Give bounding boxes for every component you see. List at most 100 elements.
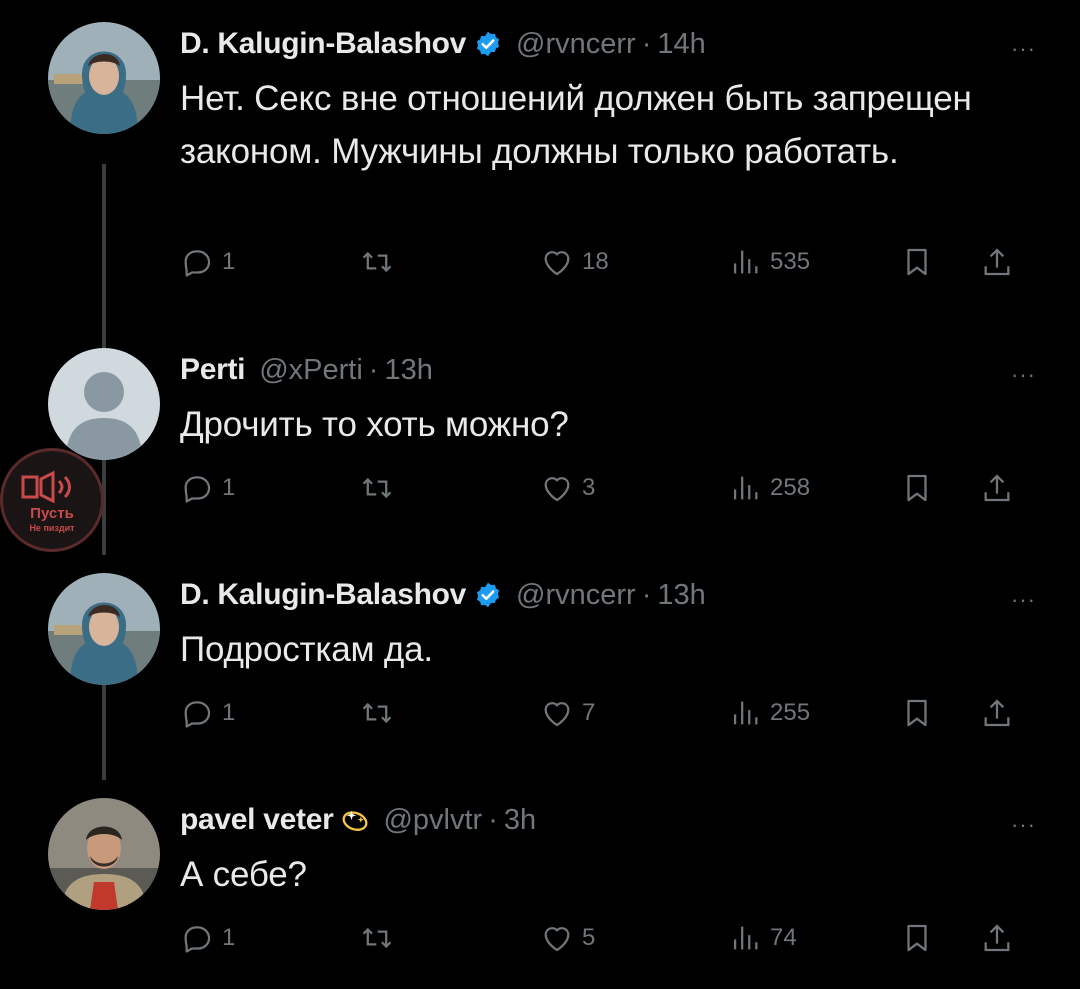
heart-icon	[544, 702, 570, 727]
user-handle[interactable]: @rvncerr	[516, 579, 636, 612]
views-icon	[733, 701, 758, 725]
like-count: 7	[582, 699, 596, 726]
more-icon[interactable]: ···	[1011, 362, 1036, 388]
bookmark-button[interactable]	[900, 693, 934, 733]
avatar[interactable]	[48, 348, 160, 460]
reply-icon	[184, 476, 211, 503]
action-bar: 1 3 258	[180, 468, 1036, 508]
reply-button[interactable]: 1	[180, 242, 235, 282]
sparkle-badge-icon	[341, 806, 369, 834]
share-button[interactable]	[980, 693, 1014, 733]
views-count: 255	[770, 699, 811, 726]
separator-dot: ·	[368, 353, 379, 386]
watermark-subtitle: Не пиздит	[29, 523, 75, 533]
reply-count: 1	[222, 699, 236, 726]
timestamp[interactable]: 13h	[657, 579, 705, 612]
share-button[interactable]	[980, 242, 1014, 282]
like-button[interactable]: 7	[540, 693, 595, 733]
avatar[interactable]	[48, 22, 160, 134]
reply-icon	[184, 701, 211, 728]
avatar[interactable]	[48, 798, 160, 910]
tweet-text: А себе?	[180, 855, 307, 894]
like-count: 3	[582, 474, 596, 501]
heart-icon	[544, 477, 570, 502]
retweet-button[interactable]	[360, 918, 394, 958]
separator-dot: ·	[488, 803, 498, 836]
tweet-text: Дрочить то хоть можно?	[180, 405, 569, 444]
heart-icon	[544, 251, 570, 276]
reply-icon	[184, 250, 211, 277]
share-icon	[984, 699, 1010, 727]
views-count: 74	[770, 924, 797, 951]
tweet[interactable]: D. Kalugin-Balashov @rvncerr · 13h ··· П…	[0, 565, 1080, 780]
views-icon	[733, 250, 758, 274]
views-button[interactable]: 255	[728, 693, 810, 733]
retweet-button[interactable]	[360, 242, 394, 282]
tweet[interactable]: pavel veter @pvlvtr · 3h ··· А себе? 1 5	[0, 790, 1080, 989]
reply-count: 1	[222, 474, 236, 501]
views-button[interactable]: 74	[728, 918, 797, 958]
watermark-title: Пусть	[30, 505, 74, 522]
bookmark-button[interactable]	[900, 468, 934, 508]
reply-thread: D. Kalugin-Balashov @rvncerr · 14h ··· Н…	[0, 0, 1080, 989]
display-name[interactable]: D. Kalugin-Balashov	[180, 27, 466, 61]
more-icon[interactable]: ···	[1011, 812, 1036, 838]
like-button[interactable]: 3	[540, 468, 595, 508]
bookmark-button[interactable]	[900, 918, 934, 958]
display-name[interactable]: pavel veter	[180, 803, 334, 837]
timestamp[interactable]: 14h	[657, 28, 705, 61]
retweet-icon	[362, 927, 392, 949]
bookmark-icon	[907, 474, 927, 502]
like-button[interactable]: 18	[540, 242, 609, 282]
views-count: 258	[770, 474, 811, 501]
reply-button[interactable]: 1	[180, 693, 235, 733]
avatar[interactable]	[48, 573, 160, 685]
user-handle[interactable]: @pvlvtr	[383, 804, 482, 837]
bookmark-icon	[907, 699, 927, 727]
share-icon	[984, 924, 1010, 952]
tweet-header: pavel veter @pvlvtr · 3h	[180, 800, 536, 840]
bookmark-button[interactable]	[900, 242, 934, 282]
retweet-icon	[362, 702, 392, 724]
thread-line	[102, 164, 106, 354]
like-button[interactable]: 5	[540, 918, 595, 958]
views-icon	[733, 926, 758, 950]
thread-line	[102, 685, 106, 780]
timestamp[interactable]: 3h	[504, 804, 536, 837]
like-count: 5	[582, 924, 596, 951]
display-name[interactable]: Perti	[180, 353, 246, 387]
speaker-icon	[21, 470, 71, 504]
retweet-button[interactable]	[360, 693, 394, 733]
tweet-text: Нет. Секс вне отношений должен быть запр…	[180, 79, 972, 171]
action-bar: 1 18 535	[180, 242, 1036, 282]
views-count: 535	[770, 248, 811, 275]
share-button[interactable]	[980, 468, 1014, 508]
user-handle[interactable]: @rvncerr	[516, 28, 636, 61]
user-handle[interactable]: @xPerti	[259, 354, 363, 387]
timestamp[interactable]: 13h	[384, 354, 432, 387]
retweet-button[interactable]	[360, 468, 394, 508]
more-icon[interactable]: ···	[1011, 587, 1036, 613]
views-icon	[733, 476, 758, 500]
views-button[interactable]: 535	[728, 242, 810, 282]
more-icon[interactable]: ···	[1011, 36, 1036, 62]
bookmark-icon	[907, 924, 927, 952]
tweet-header: Perti @xPerti · 13h	[180, 350, 433, 390]
heart-icon	[544, 927, 570, 952]
tweet-text: Подросткам да.	[180, 630, 433, 669]
share-icon	[984, 474, 1010, 502]
share-button[interactable]	[980, 918, 1014, 958]
views-button[interactable]: 258	[728, 468, 810, 508]
reply-count: 1	[222, 924, 236, 951]
display-name[interactable]: D. Kalugin-Balashov	[180, 578, 466, 612]
reply-button[interactable]: 1	[180, 468, 235, 508]
separator-dot: ·	[641, 578, 652, 611]
tweet[interactable]: Perti @xPerti · 13h ··· Дрочить то хоть …	[0, 340, 1080, 555]
reply-button[interactable]: 1	[180, 918, 235, 958]
separator-dot: ·	[641, 27, 652, 60]
reply-count: 1	[222, 248, 236, 275]
share-icon	[984, 248, 1010, 276]
bookmark-icon	[907, 248, 927, 276]
action-bar: 1 7 255	[180, 693, 1036, 733]
tweet[interactable]: D. Kalugin-Balashov @rvncerr · 14h ··· Н…	[0, 14, 1080, 354]
